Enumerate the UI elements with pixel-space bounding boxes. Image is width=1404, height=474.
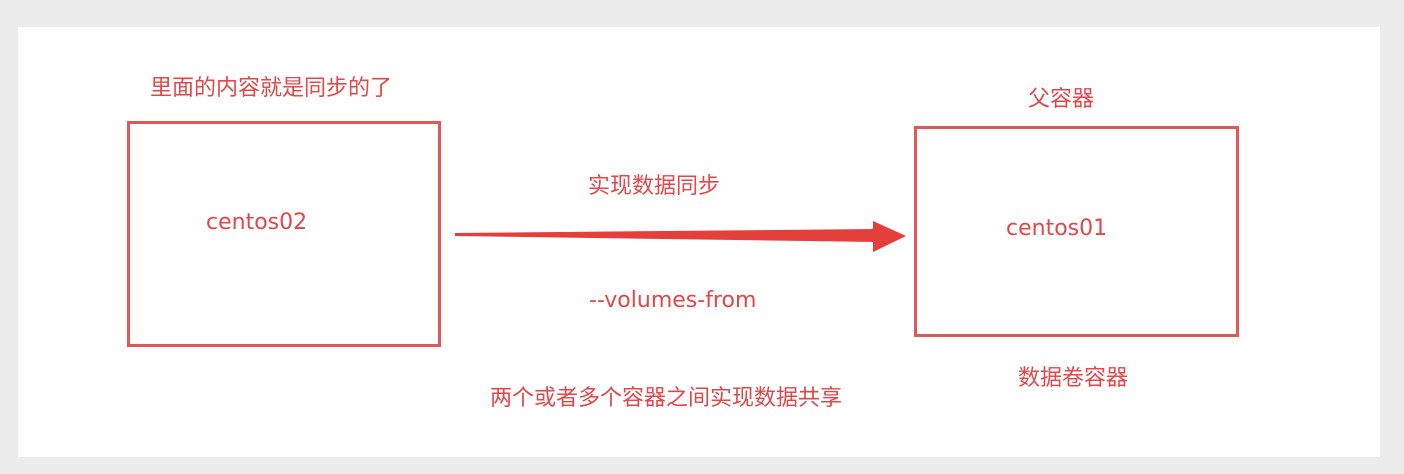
container-label-centos01: centos01	[1006, 216, 1108, 241]
footer-note: 两个或者多个容器之间实现数据共享	[490, 386, 843, 411]
sync-arrow-head	[873, 221, 906, 252]
arrow-top-label: 实现数据同步	[588, 174, 721, 199]
right-box-top-note: 父容器	[1028, 87, 1095, 112]
sync-arrow-shaft	[455, 229, 876, 242]
arrow-bottom-label: --volumes-from	[589, 288, 757, 313]
right-box-bottom-note: 数据卷容器	[1018, 366, 1129, 391]
